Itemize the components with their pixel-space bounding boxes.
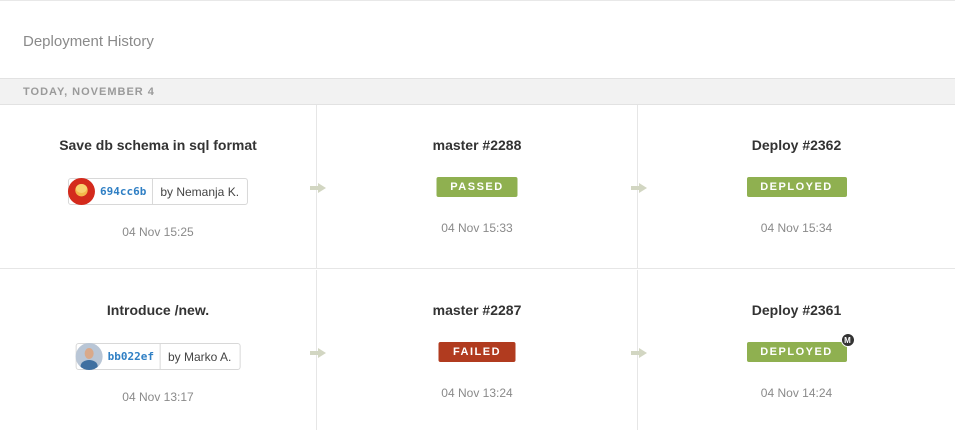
build-cell[interactable]: master #2288 PASSED 04 Nov 15:33 [317,105,638,268]
deploy-cell[interactable]: Deploy #2362 DEPLOYED 04 Nov 15:34 [638,105,955,268]
deploy-status-label: DEPLOYED [760,346,833,358]
day-group-header: TODAY, NOVEMBER 4 [0,78,955,105]
top-border [0,0,955,1]
commit-message: Introduce /new. [106,302,210,318]
commit-sha-link[interactable]: bb022ef [103,350,160,363]
deploy-status-badge: DEPLOYED M [746,333,855,362]
deploy-cell[interactable]: Deploy #2361 DEPLOYED M 04 Nov 14:24 [638,270,955,430]
build-cell[interactable]: master #2287 FAILED 04 Nov 13:24 [317,270,638,430]
commit-chip[interactable]: bb022ef by Marko A. [75,342,241,370]
commit-message: Save db schema in sql format [59,137,257,153]
avatar [67,177,95,205]
manual-deploy-icon: M [840,333,855,347]
deploy-status-badge: DEPLOYED [746,177,847,197]
deploy-time: 04 Nov 14:24 [760,386,833,400]
deploy-name[interactable]: Deploy #2362 [638,137,955,153]
build-status-badge: FAILED [438,342,516,362]
commit-time: 04 Nov 15:25 [122,225,194,239]
day-group-label: TODAY, NOVEMBER 4 [23,86,155,98]
commit-author: by Nemanja K. [160,184,240,199]
commit-cell: Introduce /new. bb022ef by Marko A. 04 N… [0,270,317,430]
page-title: Deployment History [23,33,154,50]
build-time: 04 Nov 13:24 [441,386,513,400]
build-time: 04 Nov 15:33 [441,221,513,235]
build-name[interactable]: master #2288 [317,137,637,153]
deploy-name[interactable]: Deploy #2361 [638,302,955,318]
build-status-badge: PASSED [436,177,518,197]
commit-time: 04 Nov 13:17 [122,390,194,404]
deployment-row: Save db schema in sql format 694cc6b by … [0,105,955,269]
commit-cell: Save db schema in sql format 694cc6b by … [0,105,317,268]
commit-author: by Marko A. [168,349,232,364]
commit-sha-link[interactable]: 694cc6b [95,185,152,198]
deploy-time: 04 Nov 15:34 [760,221,833,235]
avatar [75,342,103,370]
commit-chip[interactable]: 694cc6b by Nemanja K. [67,177,249,205]
deployment-row: Introduce /new. bb022ef by Marko A. 04 N… [0,270,955,430]
build-name[interactable]: master #2287 [317,302,637,318]
